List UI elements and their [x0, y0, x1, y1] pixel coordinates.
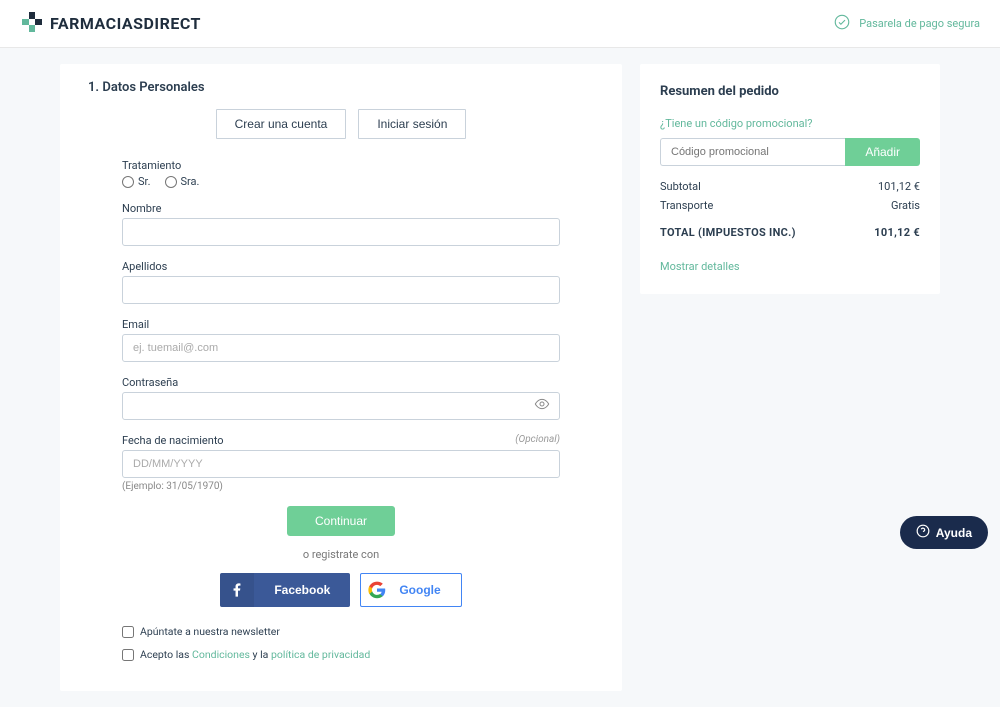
label-password: Contraseña: [122, 376, 560, 389]
label-email: Email: [122, 318, 560, 331]
birthdate-help: (Ejemplo: 31/05/1970): [122, 481, 560, 492]
promo-add-button[interactable]: Añadir: [845, 138, 920, 166]
radio-sra[interactable]: Sra.: [165, 175, 200, 188]
terms-checkbox[interactable]: [122, 649, 134, 661]
label-surname: Apellidos: [122, 260, 560, 273]
transport-row: Transporte Gratis: [660, 199, 920, 212]
newsletter-checkbox-row[interactable]: Apúntate a nuestra newsletter: [122, 625, 560, 638]
secure-payment-indicator: Pasarela de pago segura: [833, 13, 980, 34]
header: FARMACIASDIRECT Pasarela de pago segura: [0, 0, 1000, 48]
section-title: 1. Datos Personales: [88, 80, 594, 95]
secure-payment-text: Pasarela de pago segura: [859, 17, 980, 30]
google-icon: [361, 574, 393, 606]
conditions-link[interactable]: Condiciones: [192, 648, 250, 661]
continue-button[interactable]: Continuar: [287, 506, 395, 536]
tab-create-account[interactable]: Crear una cuenta: [216, 109, 347, 139]
optional-text: (Opcional): [515, 434, 560, 445]
google-button[interactable]: Google: [360, 573, 461, 607]
logo: FARMACIASDIRECT: [20, 10, 201, 38]
personal-data-panel: 1. Datos Personales Crear una cuenta Ini…: [60, 64, 622, 691]
newsletter-checkbox[interactable]: [122, 626, 134, 638]
order-summary-panel: Resumen del pedido ¿Tiene un código prom…: [640, 64, 940, 294]
birthdate-input[interactable]: [122, 450, 560, 478]
or-register-text: o registrate con: [122, 548, 560, 561]
label-birthdate: Fecha de nacimiento (Opcional): [122, 434, 560, 447]
label-name: Nombre: [122, 202, 560, 215]
help-button[interactable]: Ayuda: [900, 516, 988, 549]
promo-code-input[interactable]: [660, 138, 845, 166]
radio-sr-input[interactable]: [122, 176, 134, 188]
shield-check-icon: [833, 13, 851, 34]
total-row: TOTAL (IMPUESTOS INC.) 101,12 €: [660, 226, 920, 239]
terms-checkbox-row[interactable]: Acepto las Condiciones y la política de …: [122, 648, 560, 661]
radio-sra-input[interactable]: [165, 176, 177, 188]
eye-icon[interactable]: [534, 396, 550, 416]
help-icon: [916, 524, 930, 541]
promo-toggle-link[interactable]: ¿Tiene un código promocional?: [660, 117, 920, 130]
brand-name: FARMACIASDIRECT: [50, 14, 201, 33]
logo-icon: [20, 10, 44, 38]
password-input[interactable]: [122, 392, 560, 420]
radio-sr[interactable]: Sr.: [122, 175, 151, 188]
surname-input[interactable]: [122, 276, 560, 304]
summary-title: Resumen del pedido: [660, 84, 920, 99]
facebook-button[interactable]: Facebook: [220, 573, 350, 607]
name-input[interactable]: [122, 218, 560, 246]
email-input[interactable]: [122, 334, 560, 362]
tab-login[interactable]: Iniciar sesión: [358, 109, 466, 139]
privacy-link[interactable]: política de privacidad: [271, 648, 370, 661]
show-details-link[interactable]: Mostrar detalles: [660, 260, 740, 273]
facebook-icon: [220, 573, 254, 607]
subtotal-row: Subtotal 101,12 €: [660, 180, 920, 193]
label-treatment: Tratamiento: [122, 159, 560, 172]
